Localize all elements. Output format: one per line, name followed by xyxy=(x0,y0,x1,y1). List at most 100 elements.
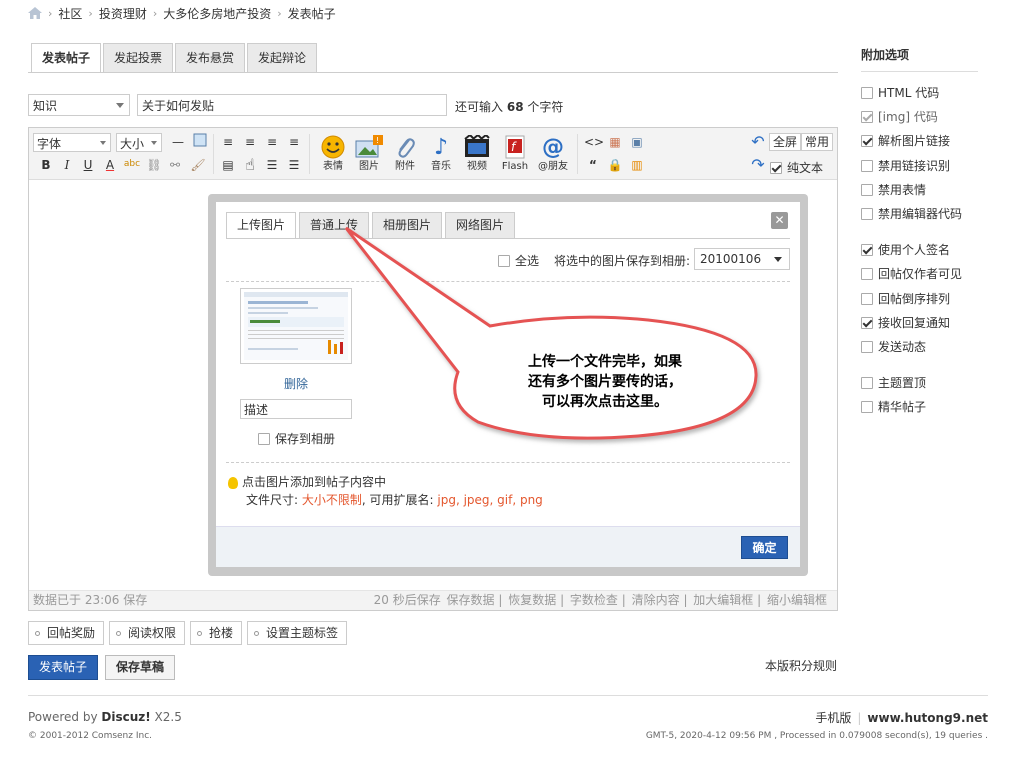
undo-icon[interactable]: ↶ xyxy=(749,133,767,151)
tab-new-post[interactable]: 发表帖子 xyxy=(31,43,102,73)
discuz-link[interactable]: Discuz! xyxy=(101,710,150,724)
sidebar-option[interactable]: 主题置顶 xyxy=(861,374,926,391)
save-data-link[interactable]: 保存数据 xyxy=(447,593,495,607)
sidebar-option-label: 回帖仅作者可见 xyxy=(878,267,963,281)
close-icon[interactable]: ✕ xyxy=(771,212,788,229)
sidebar-option[interactable]: 禁用链接识别 xyxy=(861,157,950,174)
sidebar-option-checkbox[interactable] xyxy=(861,400,873,413)
background-color-icon[interactable] xyxy=(191,133,209,151)
word-count-link[interactable]: 字数检查 xyxy=(570,593,618,607)
free-content-icon[interactable]: ▦ xyxy=(606,133,624,151)
sidebar-option[interactable]: [img] 代码 xyxy=(861,108,938,125)
emoticon-button[interactable]: 表情 xyxy=(315,133,351,173)
align-justify-icon[interactable]: ≡ xyxy=(285,133,303,151)
unlink-icon[interactable]: ⚯ xyxy=(166,156,184,174)
sidebar-option-checkbox[interactable] xyxy=(861,110,873,123)
mobile-version-link[interactable]: 手机版 xyxy=(815,711,851,725)
plain-text-checkbox[interactable] xyxy=(770,161,782,174)
sidebar-option[interactable]: 禁用表情 xyxy=(861,181,926,198)
redo-icon[interactable]: ↷ xyxy=(749,156,767,174)
breadcrumb-investment[interactable]: 投资理财 xyxy=(99,5,147,22)
sidebar-option[interactable]: 回帖仅作者可见 xyxy=(861,265,962,282)
thread-type-select[interactable]: 知识 xyxy=(28,94,130,116)
sidebar-option-label: 禁用链接识别 xyxy=(878,159,951,173)
sidebar-option-checkbox[interactable] xyxy=(861,207,873,220)
sidebar-option[interactable]: 发送动态 xyxy=(861,338,926,355)
align-left-icon[interactable]: ≡ xyxy=(219,133,237,151)
home-icon[interactable] xyxy=(28,7,42,19)
font-color-icon[interactable]: A xyxy=(101,156,119,174)
link-icon[interactable]: ⛓ xyxy=(145,156,163,174)
common-button[interactable]: 常用 xyxy=(801,133,834,151)
music-button[interactable]: ♪ 音乐 xyxy=(423,133,459,173)
sidebar-option-checkbox[interactable] xyxy=(861,292,873,305)
video-button[interactable]: 视频 xyxy=(459,133,495,173)
quote-icon[interactable]: “ xyxy=(584,156,602,174)
sidebar-option[interactable]: 解析图片链接 xyxy=(861,132,950,149)
bold-icon[interactable]: B xyxy=(37,156,55,174)
save-draft-button[interactable]: 保存草稿 xyxy=(105,655,175,680)
sidebar-option-checkbox[interactable] xyxy=(861,183,873,196)
unordered-list-icon[interactable]: ☰ xyxy=(285,156,303,174)
reply-reward-option[interactable]: 回帖奖励 xyxy=(28,621,105,645)
sidebar-option-checkbox[interactable] xyxy=(861,316,873,329)
confirm-button[interactable]: 确定 xyxy=(741,536,788,559)
italic-icon[interactable]: I xyxy=(58,156,76,174)
table-icon[interactable]: ▣ xyxy=(628,133,646,151)
ordered-list-icon[interactable]: ☰ xyxy=(263,156,281,174)
hr-icon[interactable]: — xyxy=(169,133,187,151)
tab-reward[interactable]: 发布悬赏 xyxy=(175,43,246,72)
save-to-album-checkbox[interactable] xyxy=(258,432,270,445)
sidebar-option[interactable]: 使用个人签名 xyxy=(861,241,950,258)
restore-data-link[interactable]: 恢复数据 xyxy=(508,593,556,607)
site-link[interactable]: www.hutong9.net xyxy=(867,711,988,725)
sidebar-option-checkbox[interactable] xyxy=(861,86,873,99)
credit-rules-link[interactable]: 本版积分规则 xyxy=(765,657,837,674)
sidebar-option[interactable]: 接收回复通知 xyxy=(861,314,950,331)
mention-button[interactable]: @ @朋友 xyxy=(535,133,571,173)
hide-content-icon[interactable]: 🔒 xyxy=(606,156,624,174)
subject-input[interactable]: 关于如何发贴 xyxy=(137,94,447,116)
uploaded-image-thumbnail[interactable] xyxy=(240,288,352,364)
flash-button[interactable]: f Flash xyxy=(497,133,533,173)
sidebar-option[interactable]: 回帖倒序排列 xyxy=(861,290,950,307)
tab-poll[interactable]: 发起投票 xyxy=(103,43,174,72)
page-break-icon[interactable]: ▥ xyxy=(628,156,646,174)
image-button[interactable]: ! 图片 xyxy=(351,133,387,173)
sidebar-option-checkbox[interactable] xyxy=(861,243,873,256)
fullscreen-button[interactable]: 全屏 xyxy=(769,133,802,151)
shrink-editor-link[interactable]: 缩小编辑框 xyxy=(767,593,827,607)
read-permission-option[interactable]: 阅读权限 xyxy=(109,621,186,645)
breadcrumb-forum[interactable]: 大多伦多房地产投资 xyxy=(163,5,271,22)
align-center-icon[interactable]: ≡ xyxy=(241,133,259,151)
tab-debate[interactable]: 发起辩论 xyxy=(247,43,318,72)
breadcrumb-community[interactable]: 社区 xyxy=(58,5,82,22)
sidebar-option-checkbox[interactable] xyxy=(861,134,873,147)
code-icon[interactable]: <> xyxy=(584,133,604,151)
plain-text-toggle[interactable]: 纯文本 xyxy=(770,159,823,176)
font-family-select[interactable]: 字体 xyxy=(33,133,111,152)
save-to-album-option[interactable]: 保存到相册 xyxy=(258,430,335,447)
sidebar-option-checkbox[interactable] xyxy=(861,340,873,353)
attachment-button[interactable]: 附件 xyxy=(387,133,423,173)
image-description-input[interactable]: 描述 xyxy=(240,399,352,419)
format-brush-icon[interactable]: 🖌 xyxy=(189,156,207,174)
thread-tag-option[interactable]: 设置主题标签 xyxy=(247,621,348,645)
dtab-upload-image[interactable]: 上传图片 xyxy=(226,212,297,239)
sidebar-option-checkbox[interactable] xyxy=(861,267,873,280)
clear-content-link[interactable]: 清除内容 xyxy=(632,593,680,607)
sidebar-option-checkbox[interactable] xyxy=(861,159,873,172)
enlarge-editor-link[interactable]: 加大编辑框 xyxy=(693,593,753,607)
float-image-icon[interactable]: ▤ xyxy=(219,156,237,174)
sidebar-option[interactable]: HTML 代码 xyxy=(861,84,939,101)
submit-post-button[interactable]: 发表帖子 xyxy=(28,655,98,680)
sidebar-option-checkbox[interactable] xyxy=(861,376,873,389)
highlight-icon[interactable]: abc xyxy=(123,155,141,173)
underline-icon[interactable]: U xyxy=(79,156,97,174)
delete-image-link[interactable]: 删除 xyxy=(284,375,308,392)
align-right-icon[interactable]: ≡ xyxy=(263,133,281,151)
font-size-select[interactable]: 大小 xyxy=(116,133,162,152)
floor-grab-option[interactable]: 抢楼 xyxy=(190,621,243,645)
sidebar-option[interactable]: 精华帖子 xyxy=(861,398,926,415)
sidebar-option[interactable]: 禁用编辑器代码 xyxy=(861,205,962,222)
